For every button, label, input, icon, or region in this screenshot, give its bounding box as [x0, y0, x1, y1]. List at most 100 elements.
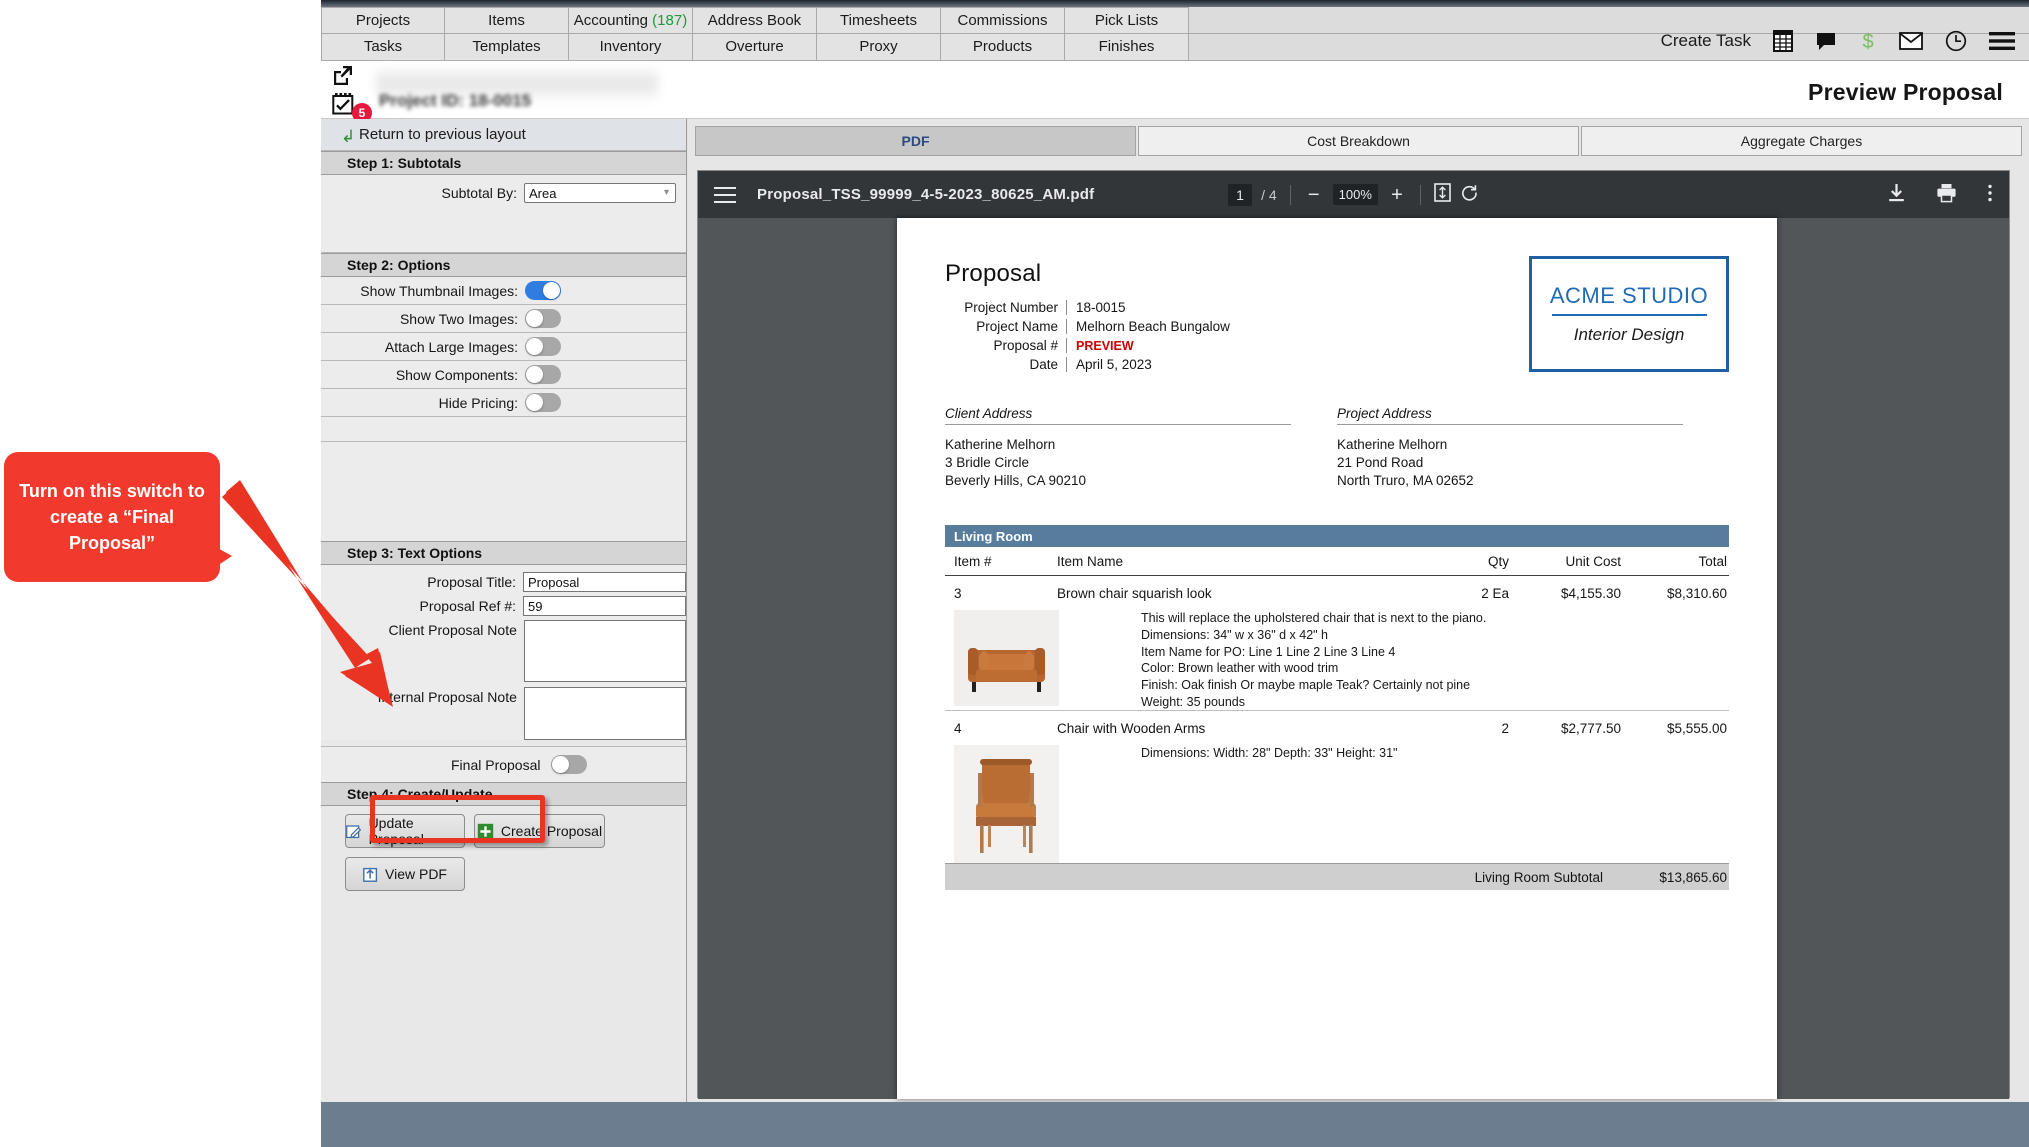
svg-text:$: $	[1862, 31, 1873, 53]
fit-page-icon[interactable]	[1434, 183, 1451, 206]
download-icon[interactable]	[1887, 183, 1906, 207]
client-proposal-note-textarea[interactable]	[523, 620, 686, 682]
nav-tab-finishes[interactable]: Finishes	[1065, 34, 1189, 61]
nav-tab-products[interactable]: Products	[941, 34, 1065, 61]
column-header-item-number: Item #	[954, 553, 992, 569]
screen-root: Projects Items Accounting (187) Address …	[0, 0, 2029, 1147]
desc-line: Dimensions: Width: 28" Depth: 33" Height…	[1141, 746, 1398, 761]
toggle-show-thumbnail-images[interactable]	[525, 281, 561, 300]
item-number: 4	[954, 721, 962, 737]
option-row-show-components: Show Components:	[321, 361, 686, 389]
logo-tagline: Interior Design	[1573, 325, 1685, 344]
internal-proposal-note-textarea[interactable]	[523, 687, 686, 740]
subtotal-by-label: Subtotal By:	[441, 185, 518, 201]
pdf-toolbar-right	[1887, 183, 1993, 207]
proposal-title-input[interactable]	[523, 572, 686, 592]
nav-tab-inventory[interactable]: Inventory	[569, 34, 693, 61]
client-address-line-3: Beverly Hills, CA 90210	[945, 472, 1087, 488]
item-number-cell: 4	[945, 721, 1059, 864]
tab-pdf[interactable]: PDF	[695, 126, 1136, 156]
item-price-row: Chair with Wooden Arms 2 $2,777.50 $5,55…	[1057, 721, 1729, 736]
callout-text: Turn on this switch to create a “Final P…	[19, 480, 205, 554]
toggle-hide-pricing[interactable]	[525, 393, 561, 412]
toggle-show-two-images[interactable]	[525, 309, 561, 328]
subtotal-by-row: Subtotal By: Area ▾	[321, 175, 686, 211]
item-total: $8,310.60	[1666, 586, 1727, 602]
tab-cost-breakdown[interactable]: Cost Breakdown	[1138, 126, 1579, 156]
zoom-in-button[interactable]: +	[1387, 185, 1407, 205]
item-name: Chair with Wooden Arms	[1057, 721, 1206, 737]
meta-value: Melhorn Beach Bungalow	[1076, 319, 1230, 334]
header-icon-group: 5	[332, 65, 372, 123]
nav-tab-address-book[interactable]: Address Book	[693, 7, 817, 34]
highlight-box-final-proposal	[370, 795, 545, 843]
nav-tab-items[interactable]: Items	[445, 7, 569, 34]
option-label: Hide Pricing:	[438, 394, 518, 411]
final-proposal-label: Final Proposal	[451, 756, 541, 773]
open-external-icon[interactable]	[332, 65, 372, 91]
page-number-input[interactable]	[1228, 183, 1253, 206]
nav-label: Proxy	[859, 38, 898, 55]
final-proposal-row: Final Proposal	[321, 746, 686, 782]
proposal-ref-input[interactable]	[523, 596, 686, 616]
rotate-icon[interactable]	[1460, 183, 1479, 206]
nav-tab-templates[interactable]: Templates	[445, 34, 569, 61]
zoom-out-button[interactable]: −	[1304, 185, 1324, 205]
nav-tab-accounting[interactable]: Accounting (187)	[569, 7, 693, 34]
print-icon[interactable]	[1936, 183, 1957, 207]
step2-spacer-a	[321, 417, 686, 442]
table-row: 4 Chair with Wooden Arms 2 $2,777.50 $5,…	[945, 711, 1729, 865]
hamburger-menu-icon[interactable]	[1989, 32, 2015, 50]
nav-tab-overture[interactable]: Overture	[693, 34, 817, 61]
subtotal-by-select[interactable]: Area	[524, 183, 676, 203]
create-task-label[interactable]: Create Task	[1661, 31, 1751, 51]
item-price-row: Brown chair squarish look 2 Ea $4,155.30…	[1057, 586, 1729, 601]
toggle-attach-large-images[interactable]	[525, 337, 561, 356]
option-label: Show Thumbnail Images:	[360, 282, 518, 299]
internal-proposal-note-label: Internal Proposal Note	[377, 689, 517, 705]
view-pdf-button[interactable]: View PDF	[345, 857, 465, 891]
item-number: 3	[954, 586, 962, 602]
toggle-final-proposal[interactable]	[550, 755, 587, 774]
step2-spacer-b	[321, 442, 686, 541]
page-header: 5 Project ID: 18-0015 Preview Proposal	[321, 61, 2029, 123]
toggle-show-components[interactable]	[525, 365, 561, 384]
divider	[1289, 184, 1291, 205]
item-description: This will replace the upholstered chair …	[1141, 610, 1729, 710]
more-options-icon[interactable]	[1987, 183, 1993, 207]
nav-tab-timesheets[interactable]: Timesheets	[817, 7, 941, 34]
calendar-grid-icon[interactable]	[1773, 30, 1793, 52]
nav-tab-tasks[interactable]: Tasks	[321, 34, 445, 61]
desc-line: Finish: Oak finish Or maybe maple Teak? …	[1141, 677, 1471, 692]
address-block: Client Address Katherine Melhorn 3 Bridl…	[945, 406, 1729, 489]
pdf-page-controls: / 4 − 100% +	[1184, 183, 1524, 206]
step1-header: Step 1: Subtotals	[321, 151, 686, 175]
nav-label: Projects	[355, 12, 411, 29]
chat-bubble-icon[interactable]	[1815, 31, 1837, 51]
project-address-line-3: North Truro, MA 02652	[1337, 472, 1474, 488]
nav-label: Timesheets	[840, 12, 917, 29]
back-arrow-icon: ↲	[341, 127, 356, 146]
clock-icon[interactable]	[1945, 30, 1967, 52]
zoom-level-label[interactable]: 100%	[1332, 184, 1378, 205]
table-row: 3 Brown chair squarish look 2 Ea $4,155.…	[945, 576, 1729, 712]
top-right-toolbar: Create Task $	[1661, 19, 2015, 63]
pdf-filename: Proposal_TSS_99999_4-5-2023_80625_AM.pdf	[757, 186, 1095, 203]
item-description: Dimensions: Width: 28" Depth: 33" Height…	[1141, 745, 1729, 762]
mail-icon[interactable]	[1899, 32, 1923, 50]
nav-label: Accounting	[573, 12, 648, 29]
nav-tab-proxy[interactable]: Proxy	[817, 34, 941, 61]
return-to-previous-layout-button[interactable]: ↲ Return to previous layout	[321, 119, 686, 151]
nav-tab-pick-lists[interactable]: Pick Lists	[1065, 7, 1189, 34]
dollar-icon[interactable]: $	[1859, 29, 1877, 53]
tab-aggregate-charges[interactable]: Aggregate Charges	[1581, 126, 2022, 156]
nav-tab-projects[interactable]: Projects	[321, 7, 445, 34]
tab-label: Cost Breakdown	[1307, 133, 1410, 149]
item-unit-cost: $2,777.50	[1560, 721, 1621, 737]
pdf-scroll-area[interactable]: Proposal Project Number 18-0015 Project …	[698, 218, 2009, 1099]
option-row-attach-large-images: Attach Large Images:	[321, 333, 686, 361]
nav-label: Products	[972, 38, 1033, 55]
nav-label: Templates	[472, 38, 541, 55]
nav-tab-commissions[interactable]: Commissions	[941, 7, 1065, 34]
sidebar-toggle-icon[interactable]	[714, 186, 736, 203]
